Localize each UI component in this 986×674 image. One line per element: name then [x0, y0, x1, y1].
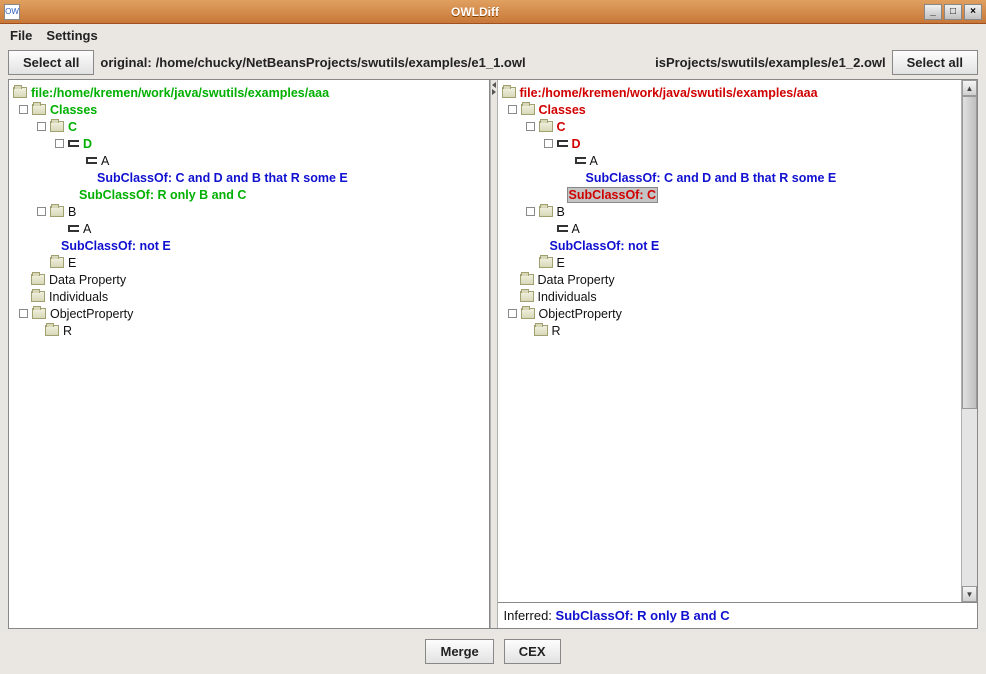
expand-toggle[interactable] [37, 122, 46, 131]
folder-icon [539, 121, 553, 132]
cex-button[interactable]: CEX [504, 639, 561, 664]
tree-classes[interactable]: Classes [50, 103, 97, 117]
tree-node-b[interactable]: B [68, 205, 76, 219]
tree-node-b[interactable]: B [557, 205, 565, 219]
folder-icon [521, 104, 535, 115]
folder-icon [521, 308, 535, 319]
left-tree[interactable]: file:/home/kremen/work/java/swutils/exam… [9, 80, 489, 628]
tree-node-r[interactable]: R [552, 324, 561, 338]
folder-icon [50, 257, 64, 268]
folder-icon [534, 325, 548, 336]
tree-node-a[interactable]: A [590, 154, 598, 168]
tree-axiom-selected[interactable]: SubClassOf: C [568, 188, 658, 202]
bottom-button-bar: Merge CEX [0, 633, 986, 674]
tree-node-e[interactable]: E [68, 256, 76, 270]
right-tree-pane: file:/home/kremen/work/java/swutils/exam… [498, 80, 978, 628]
tree-axiom[interactable]: SubClassOf: C and D and B that R some E [97, 171, 348, 185]
folder-icon [502, 87, 516, 98]
tree-individuals[interactable]: Individuals [49, 290, 108, 304]
folder-icon [50, 121, 64, 132]
class-icon [557, 140, 568, 147]
app-icon: OW [4, 4, 20, 20]
tree-node-a[interactable]: A [83, 222, 91, 236]
folder-icon [31, 291, 45, 302]
menu-file[interactable]: File [10, 28, 32, 43]
select-all-right-button[interactable]: Select all [892, 50, 978, 75]
expand-toggle[interactable] [55, 139, 64, 148]
left-tree-pane: file:/home/kremen/work/java/swutils/exam… [9, 80, 490, 628]
toolbar: Select all original: /home/chucky/NetBea… [0, 46, 986, 79]
scroll-down-icon[interactable]: ▼ [962, 586, 977, 602]
tree-individuals[interactable]: Individuals [538, 290, 597, 304]
folder-icon [45, 325, 59, 336]
tree-root[interactable]: file:/home/kremen/work/java/swutils/exam… [520, 86, 818, 100]
window-title: OWLDiff [26, 5, 924, 19]
expand-toggle[interactable] [526, 207, 535, 216]
expand-toggle[interactable] [19, 309, 28, 318]
tree-node-a[interactable]: A [101, 154, 109, 168]
right-tree[interactable]: file:/home/kremen/work/java/swutils/exam… [498, 80, 962, 602]
class-icon [575, 157, 586, 164]
chevron-right-icon [492, 89, 496, 95]
expand-toggle[interactable] [544, 139, 553, 148]
split-divider[interactable] [490, 80, 498, 628]
maximize-button[interactable]: □ [944, 4, 962, 20]
tree-axiom[interactable]: SubClassOf: R only B and C [79, 188, 246, 202]
class-icon [68, 140, 79, 147]
menu-settings[interactable]: Settings [46, 28, 97, 43]
window-titlebar: OW OWLDiff _ □ × [0, 0, 986, 24]
chevron-left-icon [492, 82, 496, 88]
scrollbar[interactable]: ▲ ▼ [961, 80, 977, 602]
folder-icon [520, 274, 534, 285]
class-icon [68, 225, 79, 232]
tree-axiom[interactable]: SubClassOf: not E [550, 239, 660, 253]
folder-icon [539, 257, 553, 268]
inferred-text: SubClassOf: R only B and C [556, 608, 730, 623]
close-button[interactable]: × [964, 4, 982, 20]
tree-dataprop[interactable]: Data Property [49, 273, 126, 287]
tree-node-e[interactable]: E [557, 256, 565, 270]
tree-classes[interactable]: Classes [539, 103, 586, 117]
original-path: /home/chucky/NetBeansProjects/swutils/ex… [156, 55, 526, 70]
tree-axiom[interactable]: SubClassOf: C and D and B that R some E [586, 171, 837, 185]
folder-icon [32, 104, 46, 115]
expand-toggle[interactable] [19, 105, 28, 114]
folder-icon [32, 308, 46, 319]
tree-node-c[interactable]: C [68, 120, 77, 134]
tree-node-c[interactable]: C [557, 120, 566, 134]
original-label: original: [100, 55, 151, 70]
tree-root[interactable]: file:/home/kremen/work/java/swutils/exam… [31, 86, 329, 100]
tree-objectprop[interactable]: ObjectProperty [50, 307, 133, 321]
minimize-button[interactable]: _ [924, 4, 942, 20]
tree-objectprop[interactable]: ObjectProperty [539, 307, 622, 321]
window-controls: _ □ × [924, 4, 982, 20]
expand-toggle[interactable] [37, 207, 46, 216]
scroll-thumb[interactable] [962, 96, 977, 409]
select-all-left-button[interactable]: Select all [8, 50, 94, 75]
tree-node-d[interactable]: D [572, 137, 581, 151]
expand-toggle[interactable] [526, 122, 535, 131]
scroll-up-icon[interactable]: ▲ [962, 80, 977, 96]
folder-icon [13, 87, 27, 98]
inferred-label: Inferred: [504, 608, 552, 623]
tree-node-r[interactable]: R [63, 324, 72, 338]
split-pane: file:/home/kremen/work/java/swutils/exam… [8, 79, 978, 629]
folder-icon [520, 291, 534, 302]
expand-toggle[interactable] [508, 309, 517, 318]
folder-icon [31, 274, 45, 285]
folder-icon [50, 206, 64, 217]
class-icon [86, 157, 97, 164]
inference-panel: Inferred: SubClassOf: R only B and C [498, 602, 978, 628]
tree-dataprop[interactable]: Data Property [538, 273, 615, 287]
expand-toggle[interactable] [508, 105, 517, 114]
tree-axiom[interactable]: SubClassOf: not E [61, 239, 171, 253]
tree-node-a[interactable]: A [572, 222, 580, 236]
menubar: File Settings [0, 24, 986, 46]
merge-button[interactable]: Merge [425, 639, 493, 664]
compared-path: isProjects/swutils/examples/e1_2.owl [655, 55, 886, 70]
tree-node-d[interactable]: D [83, 137, 92, 151]
class-icon [557, 225, 568, 232]
folder-icon [539, 206, 553, 217]
